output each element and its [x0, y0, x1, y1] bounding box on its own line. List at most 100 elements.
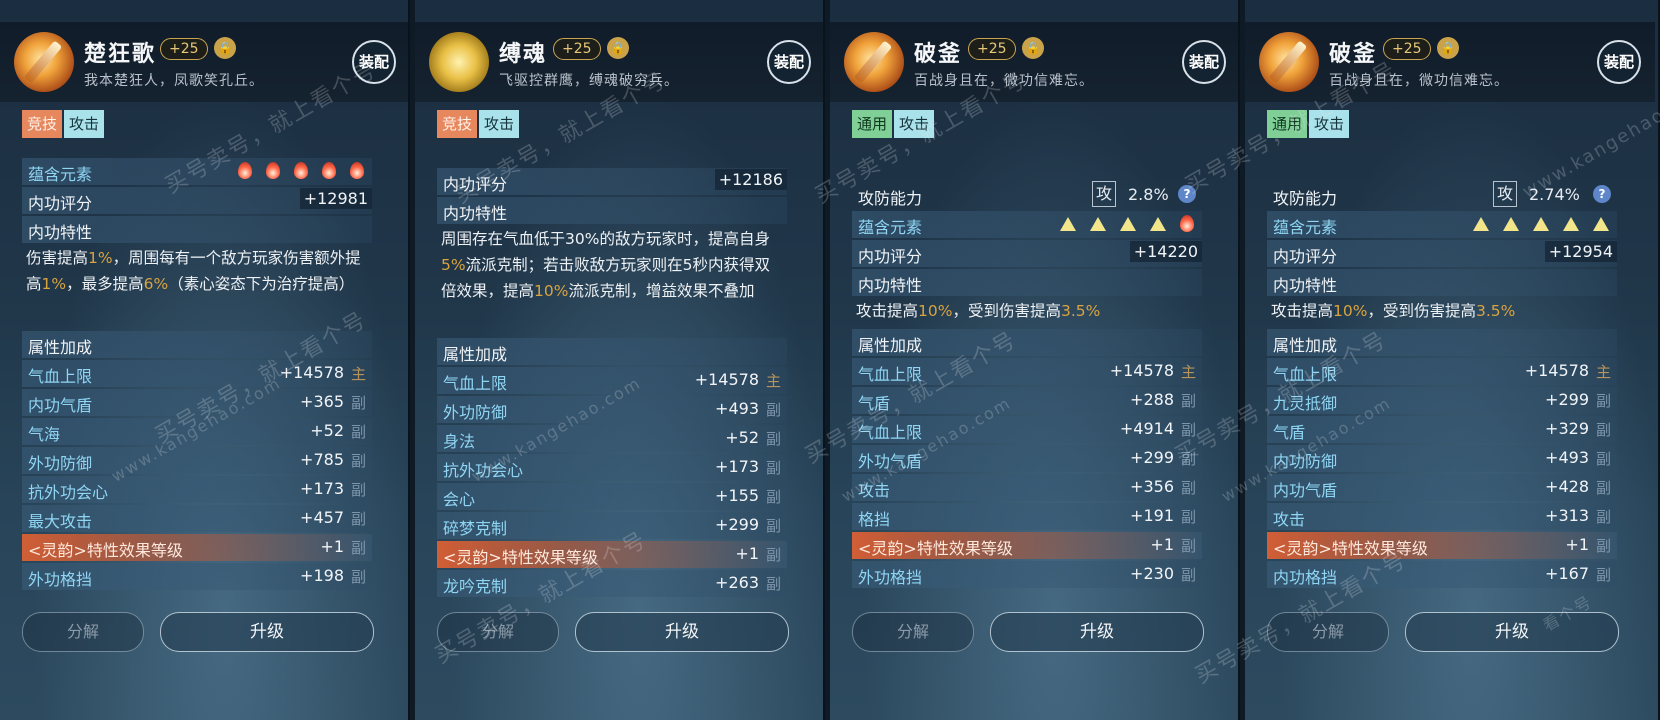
decompose-button[interactable]: 分解 — [1267, 612, 1389, 652]
help-icon[interactable]: ? — [1593, 185, 1611, 203]
attr-row-lingyun: <灵韵>特性效果等级 +1 副 — [437, 541, 787, 568]
attr-row: 外功防御 +785 副 — [22, 447, 372, 474]
score-value: +12981 — [299, 188, 372, 209]
tag-arena: 竞技 — [22, 110, 63, 138]
card-header: 缚魂 +25 🔒 飞驱控群鹰，缚魂破穷兵。 装配 — [415, 22, 823, 102]
skill-motto: 百战身且在，微功信难忘。 — [914, 73, 1094, 89]
attr-row: 攻击 +356 副 — [852, 474, 1202, 501]
score-label: 内功评分 — [858, 247, 923, 266]
score-row: 内功评分 +14220 — [852, 240, 1202, 267]
fire-element-icon — [350, 162, 364, 179]
score-value: +12186 — [714, 169, 787, 190]
stats-list: 攻防能力 攻 2.8% ? 蕴含元素 内功评分 +14220 内功特性 攻击提高… — [852, 181, 1202, 590]
element-label: 蕴含元素 — [1273, 218, 1338, 237]
equip-button[interactable]: 装配 — [1597, 40, 1641, 84]
inner-skill-card-4: 破釜 +25 🔒 百战身且在，微功信难忘。 装配 通用 攻击 攻防能力 攻 2.… — [1245, 0, 1660, 720]
score-row: 内功评分 +12981 — [22, 187, 372, 214]
attr-row: 内功气盾 +428 副 — [1267, 474, 1617, 501]
decompose-button[interactable]: 分解 — [852, 612, 974, 652]
upgrade-button[interactable]: 升级 — [1405, 612, 1619, 652]
level-badge: +25 — [1383, 38, 1431, 60]
attr-row: 九灵抵御 +299 副 — [1267, 387, 1617, 414]
attr-label: 属性加成 — [28, 338, 93, 357]
score-label: 内功评分 — [28, 194, 93, 213]
trait-header-row: 内功特性 — [437, 197, 787, 224]
attr-row-lingyun: <灵韵>特性效果等级 +1 副 — [852, 532, 1202, 559]
lock-icon[interactable]: 🔒 — [607, 37, 629, 59]
equip-button[interactable]: 装配 — [352, 40, 396, 84]
inner-skill-card-3: 破釜 +25 🔒 百战身且在，微功信难忘。 装配 通用 攻击 攻防能力 攻 2.… — [830, 0, 1240, 720]
element-row: 蕴含元素 — [1267, 211, 1617, 238]
trait-label: 内功特性 — [28, 223, 93, 242]
element-icons — [1473, 215, 1609, 231]
card-header: 破釜 +25 🔒 百战身且在，微功信难忘。 装配 — [830, 22, 1238, 102]
equip-button[interactable]: 装配 — [767, 40, 811, 84]
attr-row: 气血上限 +14578 主 — [437, 367, 787, 394]
action-bar: 分解 升级 — [1267, 612, 1619, 654]
attr-row: 抗外功会心 +173 副 — [437, 454, 787, 481]
lock-icon[interactable]: 🔒 — [1022, 37, 1044, 59]
attr-row: 外功格挡 +198 副 — [22, 563, 372, 590]
skill-name: 破釜 — [1329, 41, 1378, 67]
attr-row: 气血上限 +14578 主 — [852, 358, 1202, 385]
atk-def-label: 攻防能力 — [858, 189, 923, 208]
equip-button[interactable]: 装配 — [1182, 40, 1226, 84]
skill-motto: 百战身且在，微功信难忘。 — [1329, 73, 1509, 89]
skill-emblem-icon — [844, 32, 904, 92]
stats-list: 蕴含元素 内功评分 +12981 内功特性 伤害提高1%，周围每有一个敌方玩家伤… — [22, 158, 372, 592]
light-element-icon — [1503, 217, 1519, 231]
tag-attack: 攻击 — [64, 110, 105, 138]
attr-label: 属性加成 — [443, 345, 508, 364]
light-element-icon — [1060, 217, 1076, 231]
skill-emblem-icon — [14, 32, 74, 92]
element-label: 蕴含元素 — [28, 165, 93, 184]
score-label: 内功评分 — [443, 175, 508, 194]
action-bar: 分解 升级 — [852, 612, 1204, 654]
skill-emblem-icon — [429, 32, 489, 92]
atk-type-box: 攻 — [1092, 181, 1117, 207]
tag-attack: 攻击 — [1309, 110, 1350, 138]
attr-row: 气海 +52 副 — [22, 418, 372, 445]
upgrade-button[interactable]: 升级 — [575, 612, 789, 652]
trait-label: 内功特性 — [858, 276, 923, 295]
fire-element-icon — [238, 162, 252, 179]
attr-header-row: 属性加成 — [22, 331, 372, 358]
attr-row: 内功气盾 +365 副 — [22, 389, 372, 416]
attr-row: 内功防御 +493 副 — [1267, 445, 1617, 472]
tag-list: 通用 攻击 — [852, 110, 935, 138]
trait-header-row: 内功特性 — [1267, 269, 1617, 296]
tag-list: 竞技 攻击 — [22, 110, 105, 138]
light-element-icon — [1090, 217, 1106, 231]
element-icons — [238, 162, 364, 179]
attr-row: 最大攻击 +457 副 — [22, 505, 372, 532]
attr-label: 属性加成 — [1273, 336, 1338, 355]
tag-general: 通用 — [1267, 110, 1308, 138]
tag-list: 通用 攻击 — [1267, 110, 1350, 138]
skill-name: 楚狂歌 — [84, 41, 157, 67]
atk-def-percent: 2.8% — [1128, 185, 1169, 204]
tag-list: 竞技 攻击 — [437, 110, 520, 138]
upgrade-button[interactable]: 升级 — [990, 612, 1204, 652]
tag-attack: 攻击 — [894, 110, 935, 138]
upgrade-button[interactable]: 升级 — [160, 612, 374, 652]
lock-icon[interactable]: 🔒 — [214, 37, 236, 59]
attr-row: 气血上限 +14578 主 — [22, 360, 372, 387]
atk-def-percent: 2.74% — [1529, 185, 1580, 204]
action-bar: 分解 升级 — [22, 612, 374, 654]
trait-description: 攻击提高10%，受到伤害提高3.5% — [1271, 302, 1516, 320]
attr-row: 身法 +52 副 — [437, 425, 787, 452]
attr-row: 格挡 +191 副 — [852, 503, 1202, 530]
attr-row: 气盾 +329 副 — [1267, 416, 1617, 443]
attr-row: 攻击 +313 副 — [1267, 503, 1617, 530]
fire-element-icon — [1180, 215, 1194, 232]
lock-icon[interactable]: 🔒 — [1437, 37, 1459, 59]
attr-label: 属性加成 — [858, 336, 923, 355]
decompose-button[interactable]: 分解 — [437, 612, 559, 652]
attr-header-row: 属性加成 — [437, 338, 787, 365]
decompose-button[interactable]: 分解 — [22, 612, 144, 652]
score-label: 内功评分 — [1273, 247, 1338, 266]
skill-emblem-icon — [1259, 32, 1319, 92]
fire-element-icon — [266, 162, 280, 179]
help-icon[interactable]: ? — [1178, 185, 1196, 203]
skill-name: 缚魂 — [499, 41, 548, 67]
